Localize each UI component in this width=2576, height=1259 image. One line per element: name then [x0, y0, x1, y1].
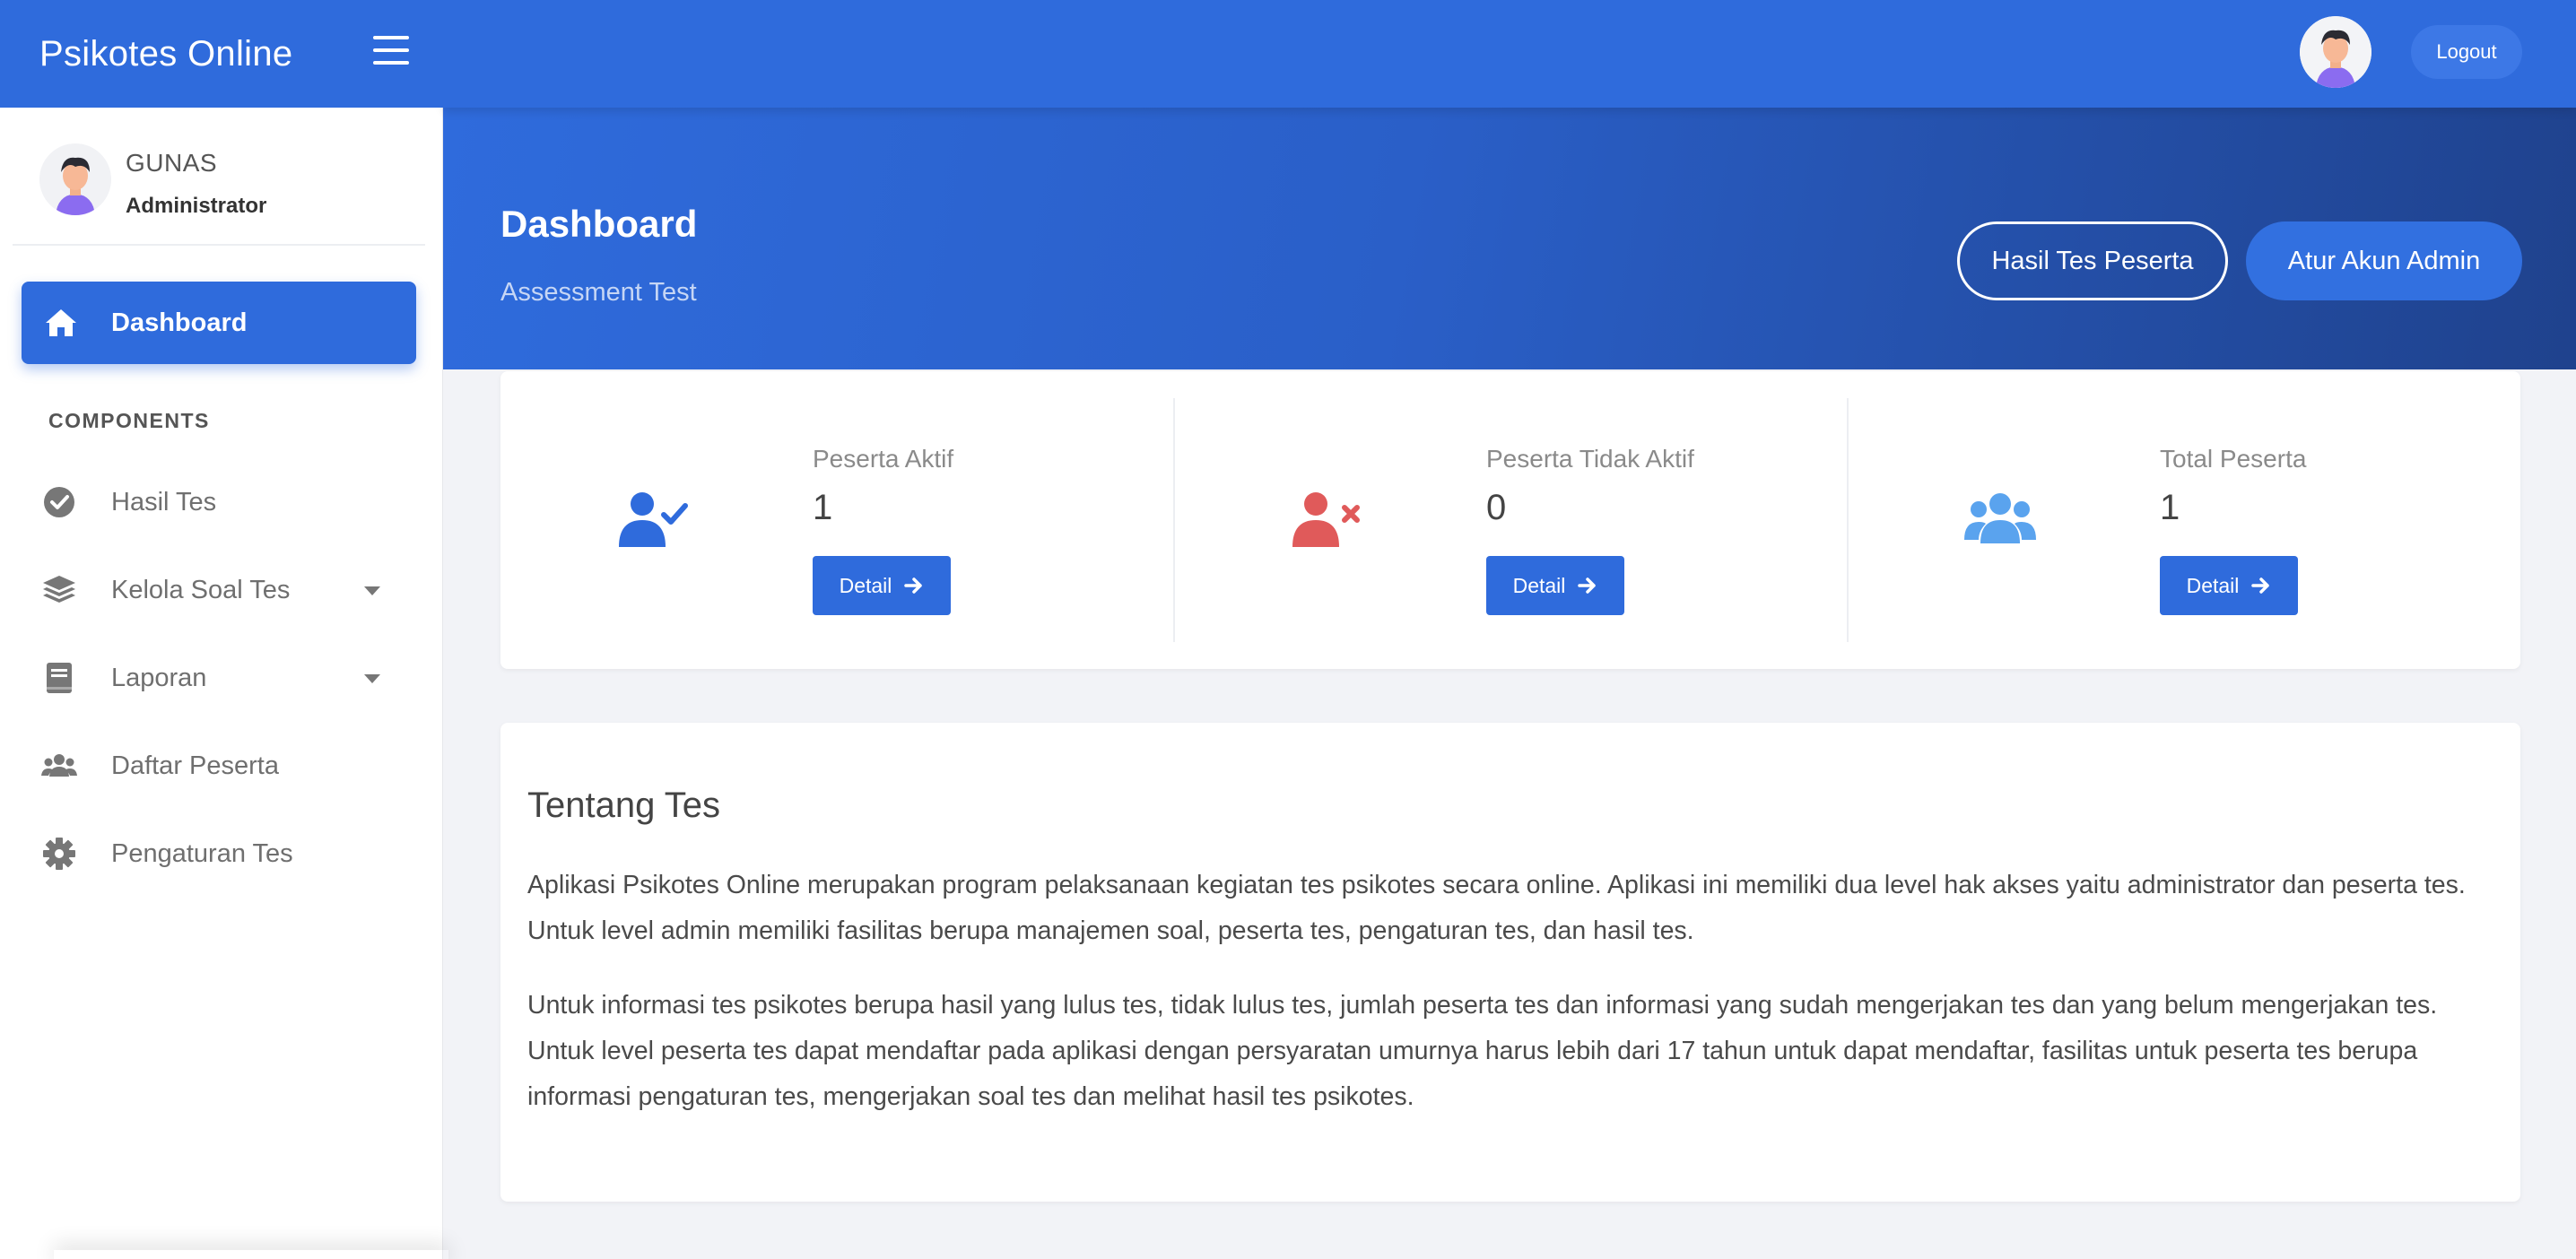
about-card: Tentang Tes Aplikasi Psikotes Online mer…: [500, 723, 2520, 1202]
detail-button-label: Detail: [839, 573, 892, 597]
user-role: Administrator: [126, 194, 267, 218]
detail-button[interactable]: Detail: [813, 556, 951, 615]
top-header: Logout: [443, 0, 2576, 108]
stat-label: Peserta Aktif: [813, 445, 954, 473]
page-subtitle: Assessment Test: [500, 278, 697, 307]
detail-button[interactable]: Detail: [2160, 556, 2298, 615]
chevron-down-icon[interactable]: [364, 586, 380, 595]
sidebar-item-label: Pengaturan Tes: [111, 839, 293, 868]
atur-akun-admin-button[interactable]: Atur Akun Admin: [2246, 221, 2522, 300]
logout-button[interactable]: Logout: [2411, 25, 2522, 79]
user-name: GUNAS: [126, 149, 218, 177]
hasil-tes-peserta-button[interactable]: Hasil Tes Peserta: [1957, 221, 2228, 300]
stat-value: 1: [2160, 488, 2180, 527]
stat-label: Total Peserta: [2160, 445, 2307, 473]
arrow-right-icon: [2251, 577, 2270, 594]
chevron-down-icon[interactable]: [364, 674, 380, 683]
avatar[interactable]: [2300, 16, 2371, 88]
section-label: COMPONENTS: [48, 409, 210, 432]
users-icon: [41, 754, 77, 777]
user-check-icon: [619, 492, 688, 547]
layers-icon: [43, 576, 75, 603]
about-paragraph: Untuk informasi tes psikotes berupa hasi…: [527, 991, 2438, 1111]
sidebar-item-daftar-peserta[interactable]: Daftar Peserta: [22, 730, 416, 802]
users-icon: [1964, 493, 2036, 543]
sidebar-item-label: Daftar Peserta: [111, 751, 279, 780]
stats-card: Peserta Aktif 1 Detail Peserta Tidak Akt…: [500, 371, 2520, 669]
menu-toggle-icon[interactable]: [373, 36, 409, 65]
about-paragraph: Aplikasi Psikotes Online merupakan progr…: [527, 871, 2466, 945]
sidebar-item-label: Dashboard: [111, 308, 248, 337]
book-icon: [47, 663, 72, 693]
stat-value: 1: [813, 488, 833, 527]
detail-button[interactable]: Detail: [1486, 556, 1624, 615]
dashboard-hero: Dashboard Assessment Test Hasil Tes Pese…: [443, 108, 2576, 369]
arrow-right-icon: [904, 577, 923, 594]
avatar: [39, 143, 111, 215]
page-title: Dashboard: [500, 203, 698, 245]
sidebar-footer-shadow: [54, 1250, 448, 1259]
stat-peserta-aktif: Peserta Aktif 1 Detail: [500, 398, 1173, 642]
sidebar-item-pengaturan-tes[interactable]: Pengaturan Tes: [22, 818, 416, 890]
sidebar-item-laporan[interactable]: Laporan: [22, 642, 416, 714]
app-title[interactable]: Psikotes Online: [39, 34, 292, 74]
home-icon: [46, 309, 76, 336]
stat-total-peserta: Total Peserta 1 Detail: [1848, 398, 2520, 642]
sidebar-brand: Psikotes Online: [0, 0, 443, 108]
stat-label: Peserta Tidak Aktif: [1486, 445, 1694, 473]
sidebar-item-dashboard[interactable]: Dashboard: [22, 282, 416, 364]
user-times-icon: [1292, 492, 1360, 547]
sidebar-item-label: Kelola Soal Tes: [111, 576, 291, 604]
sidebar: GUNAS Administrator Dashboard COMPONENTS…: [0, 108, 443, 1259]
arrow-right-icon: [1578, 577, 1597, 594]
about-title: Tentang Tes: [527, 786, 720, 825]
stat-value: 0: [1486, 488, 1507, 527]
user-panel: GUNAS Administrator: [13, 108, 425, 246]
sidebar-item-label: Laporan: [111, 664, 207, 692]
sidebar-item-hasil-tes[interactable]: Hasil Tes: [22, 466, 416, 538]
detail-button-label: Detail: [1512, 573, 1566, 597]
check-circle-icon: [44, 487, 74, 517]
sidebar-item-label: Hasil Tes: [111, 488, 217, 517]
gear-icon: [43, 838, 75, 870]
detail-button-label: Detail: [2186, 573, 2240, 597]
stat-peserta-tidak-aktif: Peserta Tidak Aktif 0 Detail: [1174, 398, 1847, 642]
sidebar-item-kelola-soal-tes[interactable]: Kelola Soal Tes: [22, 554, 416, 626]
